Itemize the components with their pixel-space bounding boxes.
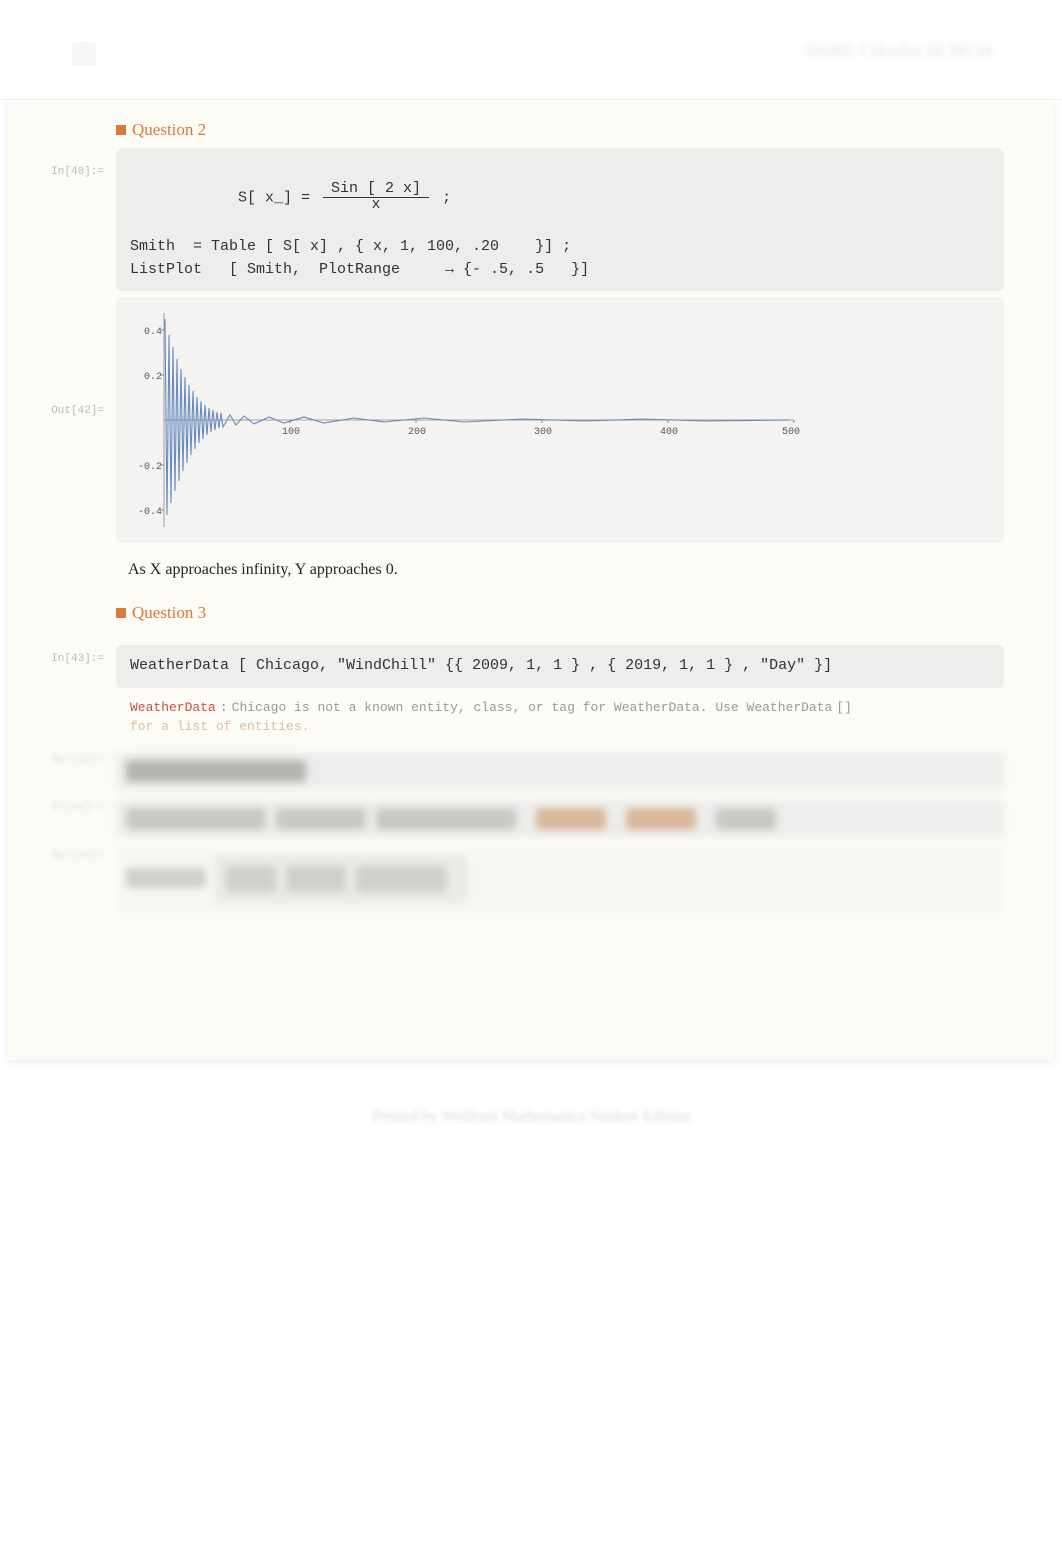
- cell-label-blurred: Out[44]=: [8, 842, 116, 862]
- page-icon: [72, 42, 96, 66]
- cell-label-blurred: In[44]:=: [8, 794, 116, 814]
- message-body: Chicago is not a known entity, class, or…: [232, 700, 833, 715]
- fraction-numerator: Sin [ 2 x]: [323, 180, 429, 198]
- error-message: WeatherData : Chicago is not a known ent…: [116, 692, 1004, 742]
- cell-label-empty: [8, 692, 116, 700]
- blurred-content: [116, 752, 1004, 790]
- section-title-q2: Question 2: [132, 120, 206, 140]
- plot-series: [165, 319, 789, 515]
- blurred-content: [116, 848, 1004, 912]
- section-bullet-icon: [116, 608, 126, 618]
- y-tick: -0.4: [138, 507, 162, 518]
- x-tick: 100: [282, 427, 300, 438]
- blurred-content: [116, 800, 1004, 838]
- message-colon: :: [220, 700, 228, 715]
- message-brackets: []: [836, 700, 852, 715]
- cell-label-in40: In[40]:=: [8, 148, 116, 178]
- fraction: Sin [ 2 x]x: [323, 181, 429, 214]
- section-bullet-icon: [116, 125, 126, 135]
- x-tick: 300: [534, 427, 552, 438]
- y-tick: 0.4: [144, 327, 162, 338]
- section-header-q3: Question 3: [116, 603, 1054, 623]
- blurred-output-row-2: Out[44]=: [8, 842, 1054, 912]
- section-header-q2: Question 2: [116, 120, 1054, 140]
- footer-caption: Printed by Wolfram Mathematica Student E…: [0, 1108, 1062, 1126]
- message-cell-q3: WeatherData : Chicago is not a known ent…: [8, 692, 1054, 742]
- cell-label-blurred: Out[43]=: [8, 746, 116, 766]
- section-title-q3: Question 3: [132, 603, 206, 623]
- code-block-q3[interactable]: WeatherData [ Chicago, "WindChill" {{ 20…: [116, 645, 1004, 688]
- code-text: Smith = Table [ S[ x] , { x, 1, 100, .20…: [130, 236, 990, 259]
- narrative-text-q2: As X approaches infinity, Y approaches 0…: [128, 561, 1054, 579]
- code-text: ListPlot [ Smith, PlotRange → {- .5, .5 …: [130, 259, 990, 282]
- plot-output: 0.4 0.2 -0.2 -0.4 100: [116, 297, 1004, 543]
- code-text: ;: [433, 189, 451, 206]
- x-tick: 200: [408, 427, 426, 438]
- blurred-input-row: In[44]:=: [8, 794, 1054, 838]
- input-cell-q2: In[40]:= S[ x_] = Sin [ 2 x]x ; Smith = …: [8, 148, 1054, 291]
- header-caption: DARE Calculus III M134: [806, 40, 992, 61]
- message-link[interactable]: for a list of entities.: [130, 719, 309, 734]
- x-tick: 400: [660, 427, 678, 438]
- cell-label-out42: Out[42]=: [8, 295, 116, 417]
- output-cell-q2: Out[42]= 0.4 0.2 -0.2: [8, 295, 1054, 543]
- document-body: Question 2 In[40]:= S[ x_] = Sin [ 2 x]x…: [8, 100, 1054, 1060]
- code-text: WeatherData [ Chicago, "WindChill" {{ 20…: [130, 657, 832, 674]
- y-tick: 0.2: [144, 372, 162, 383]
- page-header: DARE Calculus III M134: [0, 0, 1062, 100]
- fraction-denominator: x: [364, 196, 389, 213]
- input-cell-q3: In[43]:= WeatherData [ Chicago, "WindChi…: [8, 645, 1054, 688]
- message-head: WeatherData: [130, 700, 216, 715]
- listplot-chart: 0.4 0.2 -0.2 -0.4 100: [124, 305, 804, 535]
- x-tick: 500: [782, 427, 800, 438]
- code-block-q2[interactable]: S[ x_] = Sin [ 2 x]x ; Smith = Table [ S…: [116, 148, 1004, 291]
- code-text: S[ x_] =: [238, 189, 319, 206]
- blurred-output-row: Out[43]=: [8, 746, 1054, 790]
- y-tick: -0.2: [138, 462, 162, 473]
- cell-label-in43: In[43]:=: [8, 645, 116, 665]
